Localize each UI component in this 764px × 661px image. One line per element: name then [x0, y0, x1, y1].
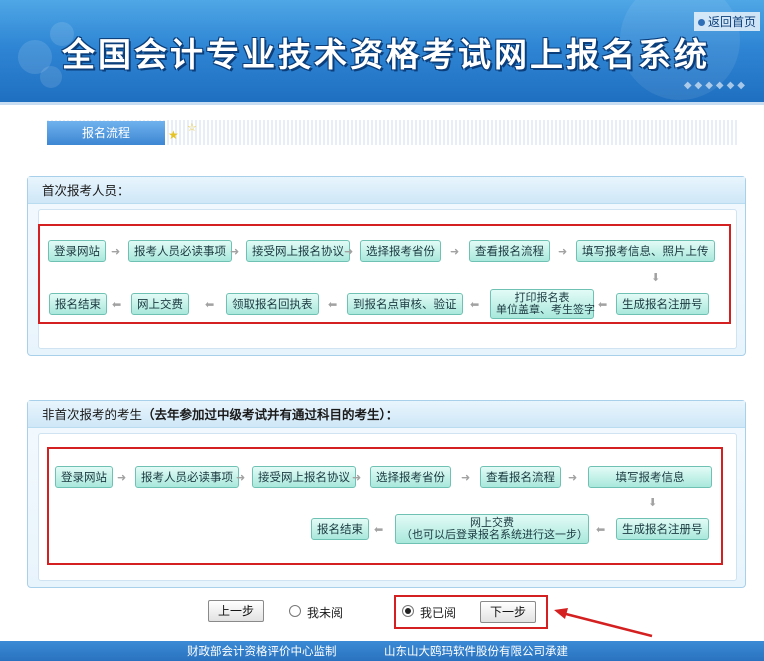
not-read-label: 我未阅 [307, 606, 344, 620]
footer-supervisor: 财政部会计资格评价中心监制 [187, 644, 337, 658]
flow-step: 报考人员必读事项 [128, 240, 232, 262]
star-icon: ☆ [187, 121, 197, 134]
flow-step: 生成报名注册号 [616, 293, 709, 315]
annotation-box [47, 447, 723, 565]
arrow-right-icon: ➜ [568, 471, 578, 484]
not-read-radio[interactable] [289, 605, 301, 617]
sparkle-decoration: ◆◆◆◆◆◆ [683, 80, 748, 91]
header-banner: 全国会计专业技术资格考试网上报名系统 返回首页 ◆◆◆◆◆◆ [0, 0, 764, 102]
banner-divider [0, 102, 764, 105]
arrow-left-icon: ⬅ [328, 298, 338, 311]
flow-step: 生成报名注册号 [616, 518, 709, 540]
flow-step: 网上交费 （也可以后登录报名系统进行这一步） [395, 514, 589, 544]
arrow-right-icon: ➜ [461, 471, 471, 484]
arrow-right-icon: ➜ [117, 471, 127, 484]
arrow-left-icon: ⬅ [596, 523, 606, 536]
arrow-left-icon: ⬅ [112, 298, 122, 311]
flow-step: 报名结束 [49, 293, 107, 315]
flow-step: 报考人员必读事项 [135, 466, 239, 488]
back-home-link[interactable]: 返回首页 [693, 12, 760, 31]
flow-step: 填写报考信息、照片上传 [576, 240, 715, 262]
flow-step: 网上交费 [131, 293, 189, 315]
arrow-down-icon: ⬇ [648, 496, 658, 509]
flow-step: 报名结束 [311, 518, 369, 540]
arrow-right-icon: ➜ [558, 245, 568, 258]
flow-step: 接受网上报名协议 [246, 240, 350, 262]
arrow-left-icon: ⬅ [598, 298, 608, 311]
star-icon: ★ [168, 128, 179, 142]
flow-step: 填写报考信息 [588, 466, 712, 488]
returning-heading: 非首次报考的考生（去年参加过中级考试并有通过科目的考生）： [28, 401, 745, 428]
arrow-left-icon: ⬅ [470, 298, 480, 311]
bullet-icon [697, 19, 705, 26]
flow-step: 登录网站 [55, 466, 113, 488]
arrow-right-icon: ➜ [450, 245, 460, 258]
read-label: 我已阅 [420, 606, 457, 620]
decor-circle [40, 66, 62, 88]
page-title: 全国会计专业技术资格考试网上报名系统 [62, 35, 710, 74]
flow-step: 到报名点审核、验证 [347, 293, 463, 315]
arrow-right-icon: ➜ [111, 245, 121, 258]
footer: 财政部会计资格评价中心监制 山东山大鸥玛软件股份有限公司承建 [0, 641, 764, 661]
arrow-right-icon: ➜ [344, 245, 354, 258]
flow-step: 查看报名流程 [469, 240, 550, 262]
arrow-down-icon: ⬇ [651, 271, 661, 284]
tab-registration-process[interactable]: 报名流程 [47, 121, 165, 145]
flow-step: 领取报名回执表 [226, 293, 319, 315]
first-time-heading: 首次报考人员： [28, 177, 745, 204]
arrow-right-icon: ➜ [230, 245, 240, 258]
prev-step-button[interactable]: 上一步 [208, 600, 265, 622]
next-step-button[interactable]: 下一步 [480, 601, 537, 623]
flow-step: 选择报考省份 [360, 240, 441, 262]
arrow-right-icon: ➜ [236, 471, 246, 484]
footer-contractor: 山东山大鸥玛软件股份有限公司承建 [384, 644, 568, 658]
annotation-arrow [554, 608, 653, 638]
flow-step: 查看报名流程 [480, 466, 561, 488]
arrow-left-icon: ⬅ [205, 298, 215, 311]
flow-step: 接受网上报名协议 [252, 466, 356, 488]
flow-step: 选择报考省份 [370, 466, 451, 488]
arrow-right-icon: ➜ [352, 471, 362, 484]
flow-step: 登录网站 [48, 240, 106, 262]
read-radio[interactable] [402, 605, 414, 617]
arrow-left-icon: ⬅ [374, 523, 384, 536]
flow-step: 打印报名表 单位盖章、考生签字 [490, 289, 595, 319]
